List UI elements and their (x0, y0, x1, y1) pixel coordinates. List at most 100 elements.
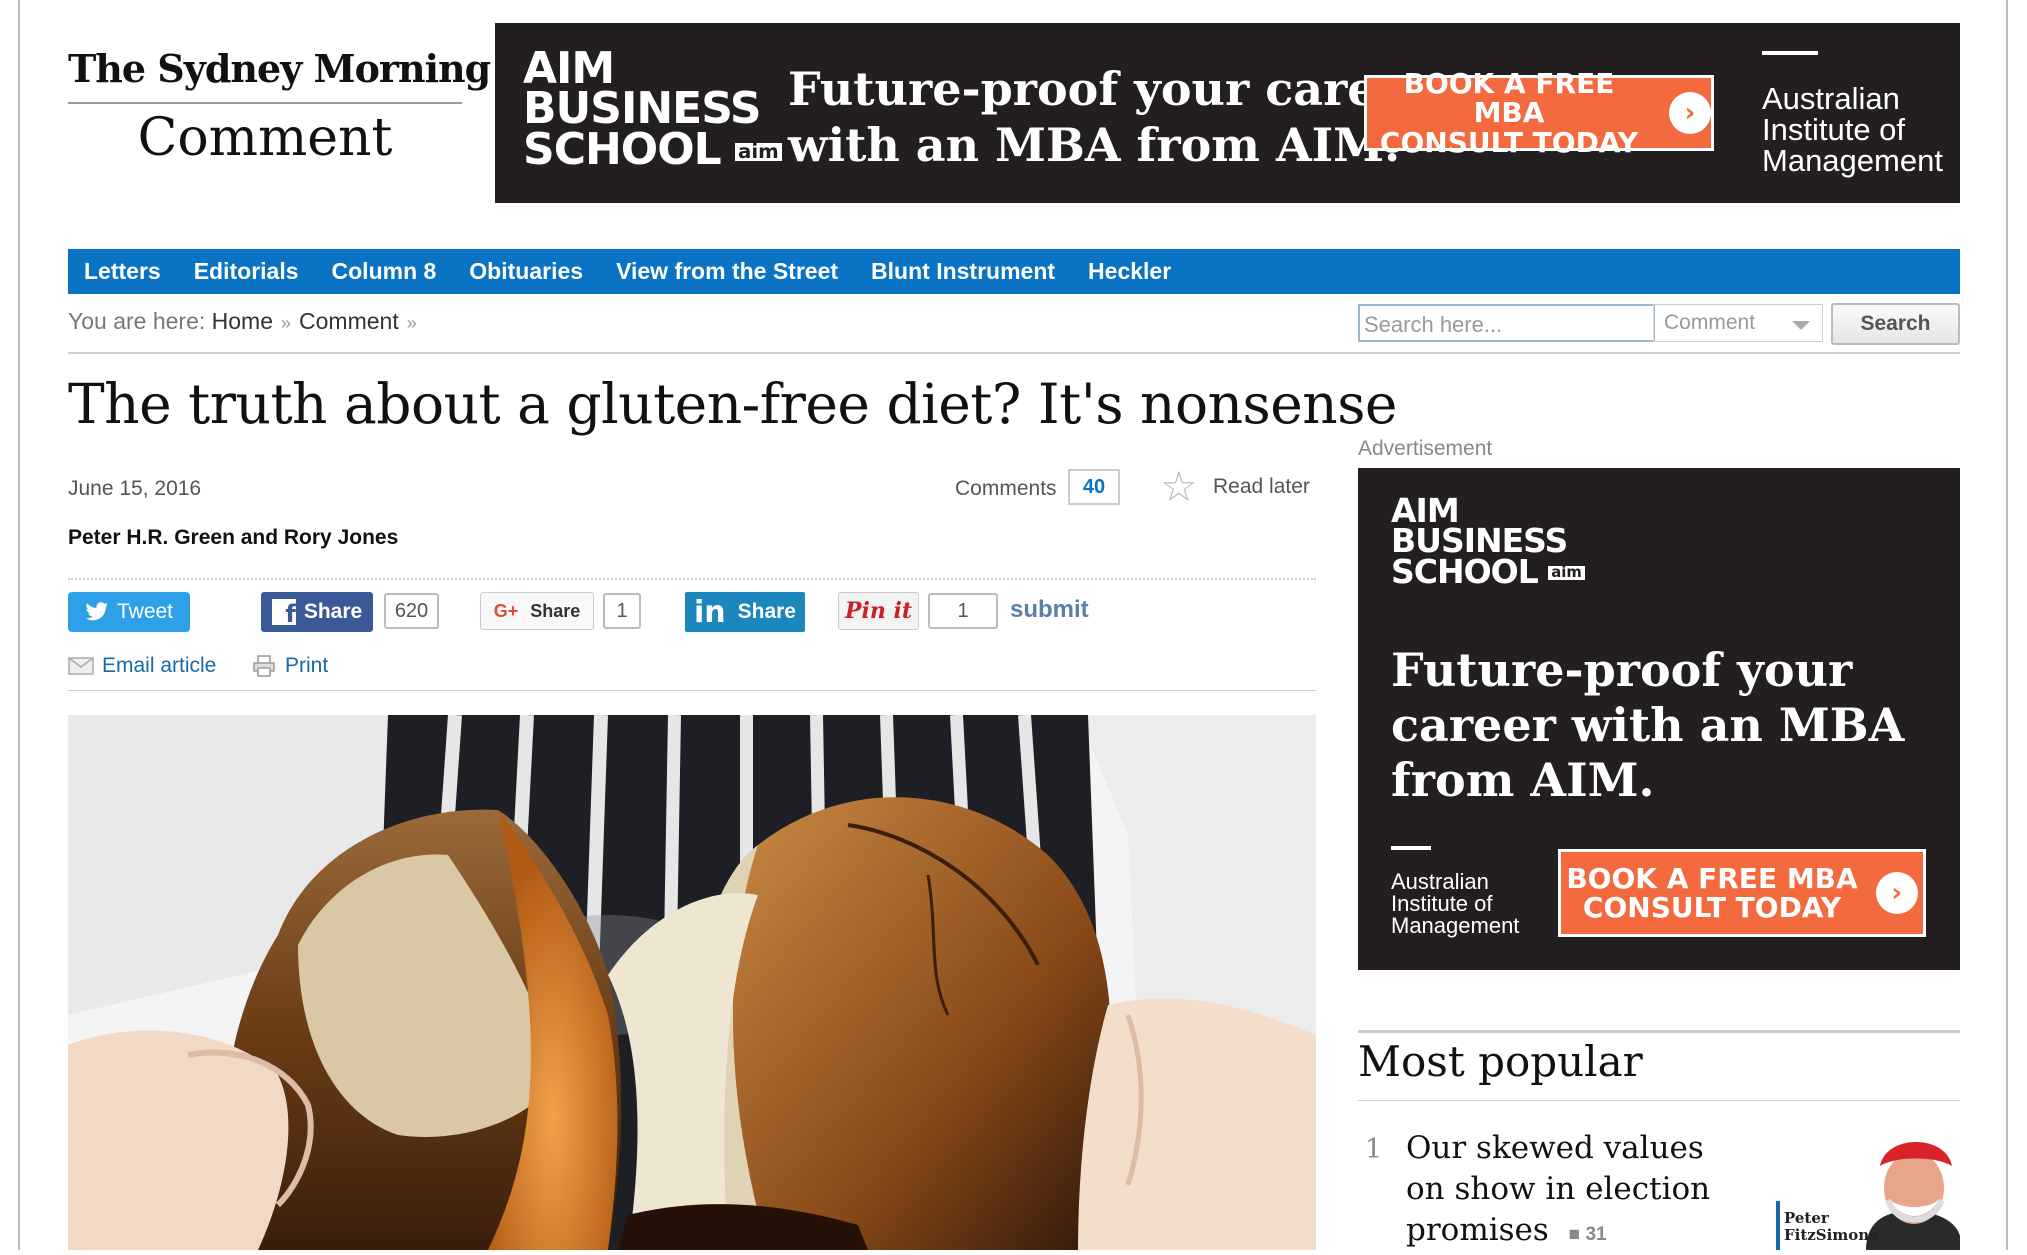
facebook-share-count: 620 (384, 593, 439, 629)
share-divider (68, 690, 1316, 691)
dotted-divider (68, 578, 1316, 580)
facebook-icon: f (271, 599, 296, 625)
thumb-caption-first: Peter (1784, 1209, 1830, 1227)
most-popular-top-rule (1358, 1030, 1960, 1033)
most-popular-item-title[interactable]: Our skewed values on show in election pr… (1406, 1130, 1710, 1248)
most-popular-rank: 1 (1365, 1134, 1383, 1165)
gplus-share-button[interactable]: G+ Share (480, 592, 594, 630)
cta-line: BOOK A FREE MBA (1403, 66, 1615, 130)
most-popular-item[interactable]: Our skewed values on show in election pr… (1406, 1128, 1736, 1255)
comments-label[interactable]: Comments (955, 477, 1057, 501)
article-hero-image[interactable] (68, 715, 1316, 1250)
facebook-share-button[interactable]: f Share (261, 592, 373, 632)
aim-badge-icon: aim (734, 141, 782, 161)
facebook-share-label: Share (303, 600, 363, 623)
email-icon (68, 657, 94, 675)
breadcrumb-separator-icon: » (406, 313, 417, 333)
aim-logo: AIM BUSINESS SCHOOL aim (523, 46, 782, 171)
print-icon (253, 655, 275, 677)
aim-dash (1762, 51, 1818, 55)
ad-headline-line: with an MBA from AIM. (788, 118, 1401, 172)
breadcrumb: You are here: Home » Comment » (68, 308, 425, 335)
gplus-share-label: Share (530, 600, 581, 621)
nav-item-obituaries[interactable]: Obituaries (469, 258, 583, 285)
gplus-share-count: 1 (603, 593, 641, 629)
nav-item-heckler[interactable]: Heckler (1088, 258, 1171, 285)
cta-line: CONSULT TODAY (1379, 125, 1639, 159)
comments-count-badge[interactable]: 40 (1068, 469, 1120, 505)
sidebar-advertisement[interactable]: AIM BUSINESS SCHOOL aim Future-proof you… (1358, 468, 1960, 970)
masthead-rule (68, 102, 462, 104)
nav-item-blunt-instrument[interactable]: Blunt Instrument (871, 258, 1055, 285)
pinterest-pin-count: 1 (928, 593, 998, 629)
institute-line: Management (1762, 143, 1943, 178)
chevron-right-icon: › (1875, 872, 1918, 914)
pinterest-pin-button[interactable]: Pin it (838, 592, 919, 630)
aim-badge-icon: aim (1548, 565, 1585, 581)
read-later-link[interactable]: Read later (1213, 475, 1310, 499)
most-popular-thumbnail[interactable]: Peter FitzSimons (1776, 1126, 1960, 1250)
institute-line: Australian (1391, 869, 1489, 894)
cta-line: CONSULT TODAY (1582, 891, 1842, 924)
linkedin-share-label: Share (737, 600, 796, 623)
article-byline: Peter H.R. Green and Rory Jones (68, 526, 399, 549)
nav-item-letters[interactable]: Letters (84, 258, 161, 285)
aim-institute-name: Australian Institute of Management (1762, 83, 1943, 176)
author-photo: Peter FitzSimons (1776, 1126, 1960, 1250)
email-article-label: Email article (102, 654, 217, 677)
twitter-icon (85, 602, 108, 621)
gplus-icon: G+ (493, 600, 519, 621)
nav-item-column-8[interactable]: Column 8 (332, 258, 437, 285)
tweet-label: Tweet (116, 600, 174, 623)
institute-line: Institute of (1762, 112, 1906, 147)
chevron-right-icon: › (1669, 92, 1711, 134)
tweet-button[interactable]: Tweet (68, 592, 190, 632)
breadcrumb-home[interactable]: Home (212, 308, 273, 334)
breadcrumb-current[interactable]: Comment (299, 308, 399, 334)
comment-bubble-icon: ■ (1568, 1224, 1581, 1245)
book-consult-button[interactable]: BOOK A FREE MBA CONSULT TODAY › (1558, 849, 1926, 937)
search-input[interactable]: Search here... (1358, 304, 1655, 342)
ad-headline-line: career with an MBA (1391, 698, 1905, 752)
bread-photo (68, 715, 1316, 1250)
book-consult-button[interactable]: BOOK A FREE MBA CONSULT TODAY › (1364, 69, 1714, 157)
article-date: June 15, 2016 (68, 477, 202, 500)
advertisement-label: Advertisement (1358, 437, 1493, 460)
section-nav: Letters Editorials Column 8 Obituaries V… (68, 249, 1960, 294)
email-article-link[interactable]: Email article (68, 654, 216, 678)
linkedin-icon: in (693, 594, 726, 630)
print-link[interactable]: Print (252, 654, 328, 678)
aim-institute-name: Australian Institute of Management (1391, 871, 1519, 937)
ad-headline: Future-proof your career with an MBA fro… (1391, 643, 1904, 808)
ad-headline-line: Future-proof your (1391, 643, 1853, 697)
ad-headline: Future-proof your career with an MBA fro… (788, 61, 1430, 173)
aim-logo: AIM BUSINESS SCHOOL aim (1391, 494, 1585, 588)
breadcrumb-prefix: You are here: (68, 308, 206, 334)
top-advertisement[interactable]: AIM BUSINESS SCHOOL aim Future-proof you… (495, 23, 1960, 203)
most-popular-divider (1358, 1100, 1960, 1101)
breadcrumb-separator-icon: » (281, 313, 292, 333)
submit-link[interactable]: submit (1010, 596, 1089, 624)
search-scope-select[interactable]: Comment (1653, 304, 1823, 342)
cta-line: BOOK A FREE MBA (1566, 861, 1858, 895)
article-headline: The truth about a gluten-free diet? It's… (68, 372, 1397, 436)
linkedin-share-button[interactable]: in Share (685, 592, 805, 632)
aim-logo-line: SCHOOL (523, 123, 722, 175)
dropdown-caret-icon (1792, 321, 1810, 330)
ad-headline-line: Future-proof your career (788, 62, 1431, 116)
header-divider (68, 352, 1960, 354)
institute-line: Management (1391, 913, 1520, 938)
search-scope-value: Comment (1664, 311, 1756, 334)
search-button[interactable]: Search (1831, 303, 1960, 345)
thumb-caption-last: FitzSimons (1784, 1226, 1878, 1244)
institute-line: Institute of (1391, 891, 1493, 916)
institute-line: Australian (1762, 81, 1900, 116)
most-popular-title: Most popular (1358, 1037, 1643, 1086)
nav-item-view-from-the-street[interactable]: View from the Street (616, 258, 838, 285)
most-popular-comments[interactable]: ■ 31 (1569, 1224, 1607, 1245)
aim-logo-line: SCHOOL (1391, 551, 1539, 591)
print-label: Print (285, 654, 329, 677)
nav-item-editorials[interactable]: Editorials (194, 258, 299, 285)
section-title[interactable]: Comment (68, 108, 462, 168)
star-icon[interactable]: ☆ (1160, 466, 1198, 508)
